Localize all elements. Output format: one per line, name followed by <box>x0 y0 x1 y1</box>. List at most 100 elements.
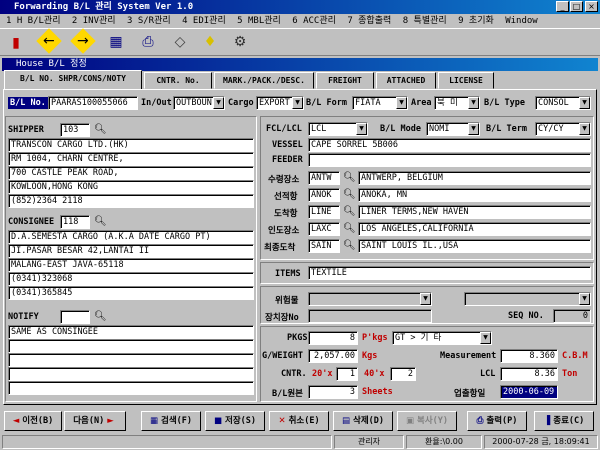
port-code-delivery[interactable]: LAXC <box>308 222 340 236</box>
menu-item-special[interactable]: 8 특별관리 <box>403 16 447 26</box>
notify-line-3[interactable] <box>8 353 254 367</box>
notify-line-4[interactable] <box>8 367 254 381</box>
consignee-search-icon[interactable]: 🔍︎ <box>94 216 107 228</box>
tab-attached[interactable]: ATTACHED <box>376 72 436 89</box>
chevron-down-icon[interactable]: ▼ <box>420 293 431 305</box>
tab-license[interactable]: LICENSE <box>438 72 494 89</box>
consignee-line-4[interactable]: (0341)323068 <box>8 272 254 286</box>
notify-line-1[interactable]: SAME AS CONSINGEE <box>8 325 254 339</box>
notify-search-icon[interactable]: 🔍︎ <box>94 311 107 323</box>
gears-icon[interactable]: ⚙ <box>230 32 250 52</box>
port-code-discharge[interactable]: LINE <box>308 205 340 219</box>
menu-item-report[interactable]: 7 종합출력 <box>347 16 391 26</box>
port-name-receipt[interactable]: ANTWERP, BELGIUM <box>358 171 591 185</box>
danger-class-select[interactable]: ▼ <box>464 292 591 306</box>
port-final-search-icon[interactable]: 🔍︎ <box>343 240 356 252</box>
copy-button[interactable]: ▣ 복사(Y) <box>397 411 457 431</box>
port-name-loading[interactable]: ANOKA, MN <box>358 188 591 202</box>
bl-mode-select[interactable]: NOMI ▼ <box>426 122 480 136</box>
pkgs-field[interactable]: 8 <box>308 331 358 345</box>
bl-term-select[interactable]: CY/CY ▼ <box>535 122 591 136</box>
menu-item-sr[interactable]: 3 S/R관리 <box>127 16 171 26</box>
fcl-select[interactable]: LCL ▼ <box>308 122 368 136</box>
chevron-down-icon[interactable]: ▼ <box>468 123 479 135</box>
vessel-field[interactable]: CAPE SORREL 5B006 <box>308 138 591 152</box>
danger-select[interactable]: ▼ <box>308 292 432 306</box>
cntr20-field[interactable]: 1 <box>336 367 358 381</box>
port-discharge-search-icon[interactable]: 🔍︎ <box>343 206 356 218</box>
shipper-code-field[interactable]: 103 <box>60 123 90 137</box>
chevron-down-icon[interactable]: ▼ <box>292 97 303 109</box>
maximize-button[interactable]: □ <box>570 1 583 12</box>
shipper-line-3[interactable]: 700 CASTLE PEAK ROAD, <box>8 166 254 180</box>
notify-line-2[interactable] <box>8 339 254 353</box>
menu-item-window[interactable]: Window <box>505 16 538 26</box>
port-name-discharge[interactable]: LINER TERMS,NEW HAVEN <box>358 205 591 219</box>
bl-form-select[interactable]: FIATA ▼ <box>352 96 408 110</box>
location-field[interactable] <box>308 309 432 323</box>
issue-date-field[interactable]: 2000-06-09 <box>500 385 558 399</box>
shipper-line-1[interactable]: TRANSCON CARGO LTD.(HK) <box>8 138 254 152</box>
tab-freight[interactable]: FREIGHT <box>316 72 374 89</box>
menu-item-hbl[interactable]: 1 H B/L관리 <box>6 16 61 26</box>
cancel-button[interactable]: ✕ 취소(E) <box>269 411 329 431</box>
exit-button[interactable]: ▐ 종료(C) <box>534 411 594 431</box>
chevron-down-icon[interactable]: ▼ <box>213 97 224 109</box>
close-button[interactable]: × <box>585 1 598 12</box>
chevron-down-icon[interactable]: ▼ <box>579 293 590 305</box>
measurement-field[interactable]: 8.360 <box>500 349 558 363</box>
consignee-line-2[interactable]: JI.PASAR BESAR 42,LANTAI II <box>8 244 254 258</box>
menu-item-edi[interactable]: 4 EDI관리 <box>182 16 226 26</box>
items-field[interactable]: TEXTILE <box>308 266 591 280</box>
port-code-loading[interactable]: ANOK <box>308 188 340 202</box>
port-receipt-search-icon[interactable]: 🔍︎ <box>343 172 356 184</box>
tab-bl-no[interactable]: B/L NO. SHPR/CONS/NOTY <box>4 70 142 90</box>
feeder-field[interactable] <box>308 153 591 167</box>
seq-field[interactable]: 0 <box>553 309 591 323</box>
tab-mark-pack-desc[interactable]: MARK./PACK./DESC. <box>214 72 314 89</box>
chevron-down-icon[interactable]: ▼ <box>579 97 590 109</box>
next-button[interactable]: 다음(N) ► <box>64 411 126 431</box>
book-icon[interactable]: ◇ <box>170 32 190 52</box>
chevron-down-icon[interactable]: ▼ <box>480 332 491 344</box>
chevron-down-icon[interactable]: ▼ <box>579 123 590 135</box>
printer-icon[interactable]: ⎙ <box>138 32 158 52</box>
prev-button[interactable]: ◄ 이전(B) <box>4 411 62 431</box>
menu-item-acc[interactable]: 6 ACC관리 <box>292 16 336 26</box>
chevron-down-icon[interactable]: ▼ <box>396 97 407 109</box>
original-field[interactable]: 3 <box>308 385 358 399</box>
power-icon[interactable]: ▮ <box>6 33 26 53</box>
area-select[interactable]: 북 미 ▼ <box>434 96 480 110</box>
consignee-line-3[interactable]: MALANG-EAST JAVA-65118 <box>8 258 254 272</box>
port-name-final[interactable]: SAINT LOUIS IL.,USA <box>358 239 591 253</box>
calculator-icon[interactable]: ▦ <box>106 32 126 52</box>
menu-item-init[interactable]: 9 초기화 <box>458 16 494 26</box>
chevron-down-icon[interactable]: ▼ <box>468 97 479 109</box>
port-delivery-search-icon[interactable]: 🔍︎ <box>343 223 356 235</box>
shipper-line-2[interactable]: RM 1004, CHARN CENTRE, <box>8 152 254 166</box>
menu-item-inv[interactable]: 2 INV관리 <box>72 16 116 26</box>
port-code-receipt[interactable]: ANTW <box>308 171 340 185</box>
minimize-button[interactable]: _ <box>556 1 569 12</box>
lightbulb-icon[interactable]: ♦ <box>200 32 220 52</box>
cargo-select[interactable]: EXPORT ▼ <box>256 96 304 110</box>
port-loading-search-icon[interactable]: 🔍︎ <box>343 189 356 201</box>
weight-field[interactable]: 2,057.00 <box>308 349 358 363</box>
shipper-search-icon[interactable]: 🔍︎ <box>94 124 107 136</box>
consignee-line-1[interactable]: D.A.SEMESTA CARGO (A.K.A DATE CARGO PT) <box>8 230 254 244</box>
consignee-code-field[interactable]: 118 <box>60 215 90 229</box>
inout-select[interactable]: OUTBOUN ▼ <box>173 96 225 110</box>
lcl-field[interactable]: 8.36 <box>500 367 558 381</box>
port-name-delivery[interactable]: LOS ANGELES,CALIFORNIA <box>358 222 591 236</box>
delete-button[interactable]: ▤ 삭제(D) <box>333 411 393 431</box>
menu-item-mbl[interactable]: 5 MBL관리 <box>237 16 281 26</box>
notify-code-field[interactable] <box>60 310 90 324</box>
pkgs-unit-select[interactable]: GT > 기 타 ▼ <box>392 331 492 345</box>
cntr40-field[interactable]: 2 <box>390 367 416 381</box>
port-code-final[interactable]: SAIN <box>308 239 340 253</box>
chevron-down-icon[interactable]: ▼ <box>356 123 367 135</box>
tab-cntr-no[interactable]: CNTR. No. <box>144 72 212 89</box>
consignee-line-5[interactable]: (0341)365845 <box>8 286 254 300</box>
shipper-line-4[interactable]: KOWLOON,HONG KONG <box>8 180 254 194</box>
bl-type-select[interactable]: CONSOL ▼ <box>535 96 591 110</box>
